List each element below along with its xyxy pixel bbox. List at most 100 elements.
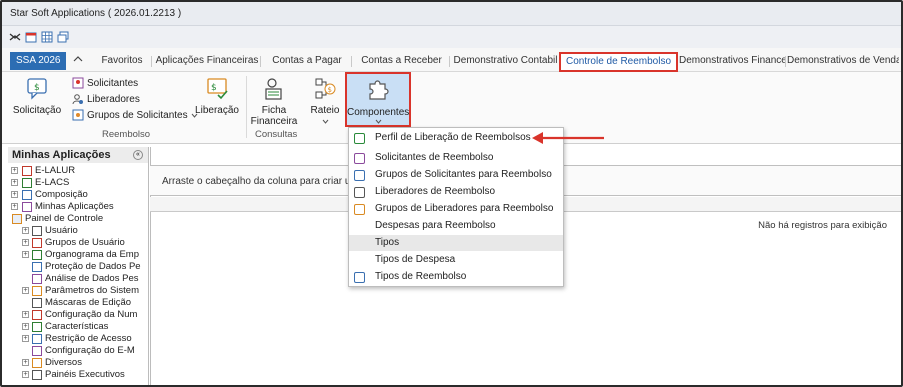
window-title: Star Soft Applications ( 2026.01.2213 ): [10, 8, 182, 19]
liberacao-label: Liberação: [195, 105, 239, 116]
svg-text:$: $: [34, 83, 40, 93]
item-icon: [12, 214, 22, 224]
tree-item[interactable]: + Diversos: [8, 357, 148, 369]
expand-icon[interactable]: +: [22, 335, 29, 342]
item-icon: [32, 274, 42, 284]
group-label-reembolso: Reembolso: [102, 129, 151, 140]
application-window: Star Soft Applications ( 2026.01.2213 ) …: [0, 0, 903, 387]
tree-item[interactable]: + Características: [8, 321, 148, 333]
expand-icon[interactable]: +: [22, 227, 29, 234]
componentes-button[interactable]: Componentes: [345, 72, 411, 127]
tree-item-label: Grupos de Usuário: [45, 237, 125, 248]
tab-demonstrativos-financeiros[interactable]: Demonstrativos Financei: [679, 52, 786, 72]
menu-item[interactable]: Solicitantes de Reembolso: [349, 150, 563, 166]
menu-item[interactable]: Tipos de Despesa: [349, 252, 563, 268]
tree-item[interactable]: + Restrição de Acesso: [8, 333, 148, 345]
tab-favoritos[interactable]: Favoritos: [92, 52, 152, 72]
window-icon[interactable]: [57, 31, 69, 43]
tree-item[interactable]: + Minhas Aplicações: [8, 201, 148, 213]
calendar-icon[interactable]: [25, 31, 37, 43]
componentes-label: Componentes: [347, 107, 410, 118]
tree-item[interactable]: + Composição: [8, 189, 148, 201]
menu-item[interactable]: Despesas para Reembolso: [349, 218, 563, 234]
item-icon: [22, 166, 32, 176]
tree-item-label: Diversos: [45, 357, 82, 368]
tree-item[interactable]: + Parâmetros do Sistem: [8, 285, 148, 297]
tab-demonstrativo-contabil[interactable]: Demonstrativo Contabil: [453, 52, 558, 72]
expand-icon[interactable]: +: [22, 371, 29, 378]
menu-item[interactable]: Grupos de Liberadores para Reembolso: [349, 201, 563, 217]
solicitantes-button[interactable]: Solicitantes: [72, 76, 138, 90]
group-label-consultas: Consultas: [255, 129, 298, 140]
tab-aplicacoes-financeiras[interactable]: Aplicações Financeiras: [153, 52, 261, 72]
expand-icon[interactable]: +: [11, 167, 18, 174]
grupos-solicitantes-label: Grupos de Solicitantes: [87, 109, 188, 121]
menu-item-icon: [354, 187, 365, 198]
rateio-button[interactable]: $ Rateio: [307, 76, 343, 127]
expand-icon[interactable]: +: [11, 203, 18, 210]
rateio-label: Rateio: [310, 105, 340, 116]
tree-item[interactable]: + Configuração da Num: [8, 309, 148, 321]
item-icon: [32, 238, 42, 248]
ficha-financeira-button[interactable]: Ficha Financeira: [249, 76, 299, 127]
solicitacao-label: Solicitação: [12, 105, 62, 116]
menu-item[interactable]: Liberadores de Reembolso: [349, 184, 563, 200]
solicitacao-button[interactable]: $ Solicitação: [8, 76, 66, 116]
menu-item-label: Grupos de Solicitantes para Reembolso: [375, 169, 552, 180]
group-hint-text: Arraste o cabeçalho da coluna para criar…: [162, 176, 368, 187]
tab-controle-de-reembolso[interactable]: Controle de Reembolso: [559, 52, 678, 72]
app-menu-tab[interactable]: SSA 2026: [10, 52, 67, 70]
menu-item-icon: [354, 133, 365, 144]
liberadores-button[interactable]: Liberadores: [72, 92, 140, 106]
tree-item[interactable]: + E-LACS: [8, 177, 148, 189]
tree-item-label: Máscaras de Edição: [45, 297, 132, 308]
item-icon: [22, 178, 32, 188]
tab-contas-a-pagar[interactable]: Contas a Pagar: [262, 52, 352, 72]
title-bar: Star Soft Applications ( 2026.01.2213 ): [2, 2, 901, 26]
menu-item[interactable]: Tipos de Reembolso: [349, 269, 563, 285]
item-icon: [32, 286, 42, 296]
expand-icon[interactable]: +: [22, 251, 29, 258]
tree-item[interactable]: + Grupos de Usuário: [8, 237, 148, 249]
tree-item-label: Organograma da Emp: [45, 249, 139, 260]
grid-icon[interactable]: [41, 31, 53, 43]
expand-icon[interactable]: +: [22, 287, 29, 294]
menu-item-icon: [354, 153, 365, 164]
tree-item[interactable]: + E-LALUR: [8, 165, 148, 177]
sidebar-header: Minhas Aplicações «: [8, 147, 148, 163]
expand-icon[interactable]: +: [22, 239, 29, 246]
tree-item[interactable]: Máscaras de Edição: [8, 297, 148, 309]
expand-icon[interactable]: +: [11, 191, 18, 198]
tree-item[interactable]: Painel de Controle: [8, 213, 148, 225]
tree-item[interactable]: + Organograma da Emp: [8, 249, 148, 261]
menu-item-label: Tipos de Reembolso: [375, 271, 467, 282]
collapse-icon[interactable]: «: [133, 150, 143, 160]
expand-icon[interactable]: +: [11, 179, 18, 186]
item-icon: [22, 202, 32, 212]
tree-item[interactable]: + Usuário: [8, 225, 148, 237]
tree-item[interactable]: Configuração do E-M: [8, 345, 148, 357]
liberacao-button[interactable]: $ Liberação: [194, 76, 240, 116]
item-icon: [32, 226, 42, 236]
expand-icon[interactable]: +: [22, 311, 29, 318]
expand-icon[interactable]: +: [22, 323, 29, 330]
group-separator: [246, 76, 247, 138]
tab-demonstrativos-de-venda[interactable]: Demonstrativos de Venda: [787, 52, 899, 72]
tree-item[interactable]: Análise de Dados Pes: [8, 273, 148, 285]
liberadores-label: Liberadores: [87, 93, 140, 105]
item-icon: [32, 298, 42, 308]
item-icon: [32, 322, 42, 332]
tree-item[interactable]: Proteção de Dados Pe: [8, 261, 148, 273]
chevron-down-icon: [375, 119, 382, 124]
tab-contas-a-receber[interactable]: Contas a Receber: [353, 52, 450, 72]
menu-item[interactable]: Grupos de Solicitantes para Reembolso: [349, 167, 563, 183]
item-icon: [32, 310, 42, 320]
grupos-solicitantes-button[interactable]: Grupos de Solicitantes: [72, 108, 198, 122]
menu-item-label: Solicitantes de Reembolso: [375, 152, 494, 163]
item-icon: [32, 346, 42, 356]
tree-item[interactable]: + Painéis Executivos: [8, 369, 148, 381]
chevron-up-icon[interactable]: [72, 53, 84, 65]
menu-item[interactable]: Tipos: [349, 235, 563, 251]
expand-icon[interactable]: +: [22, 359, 29, 366]
app-icon[interactable]: [9, 31, 21, 43]
